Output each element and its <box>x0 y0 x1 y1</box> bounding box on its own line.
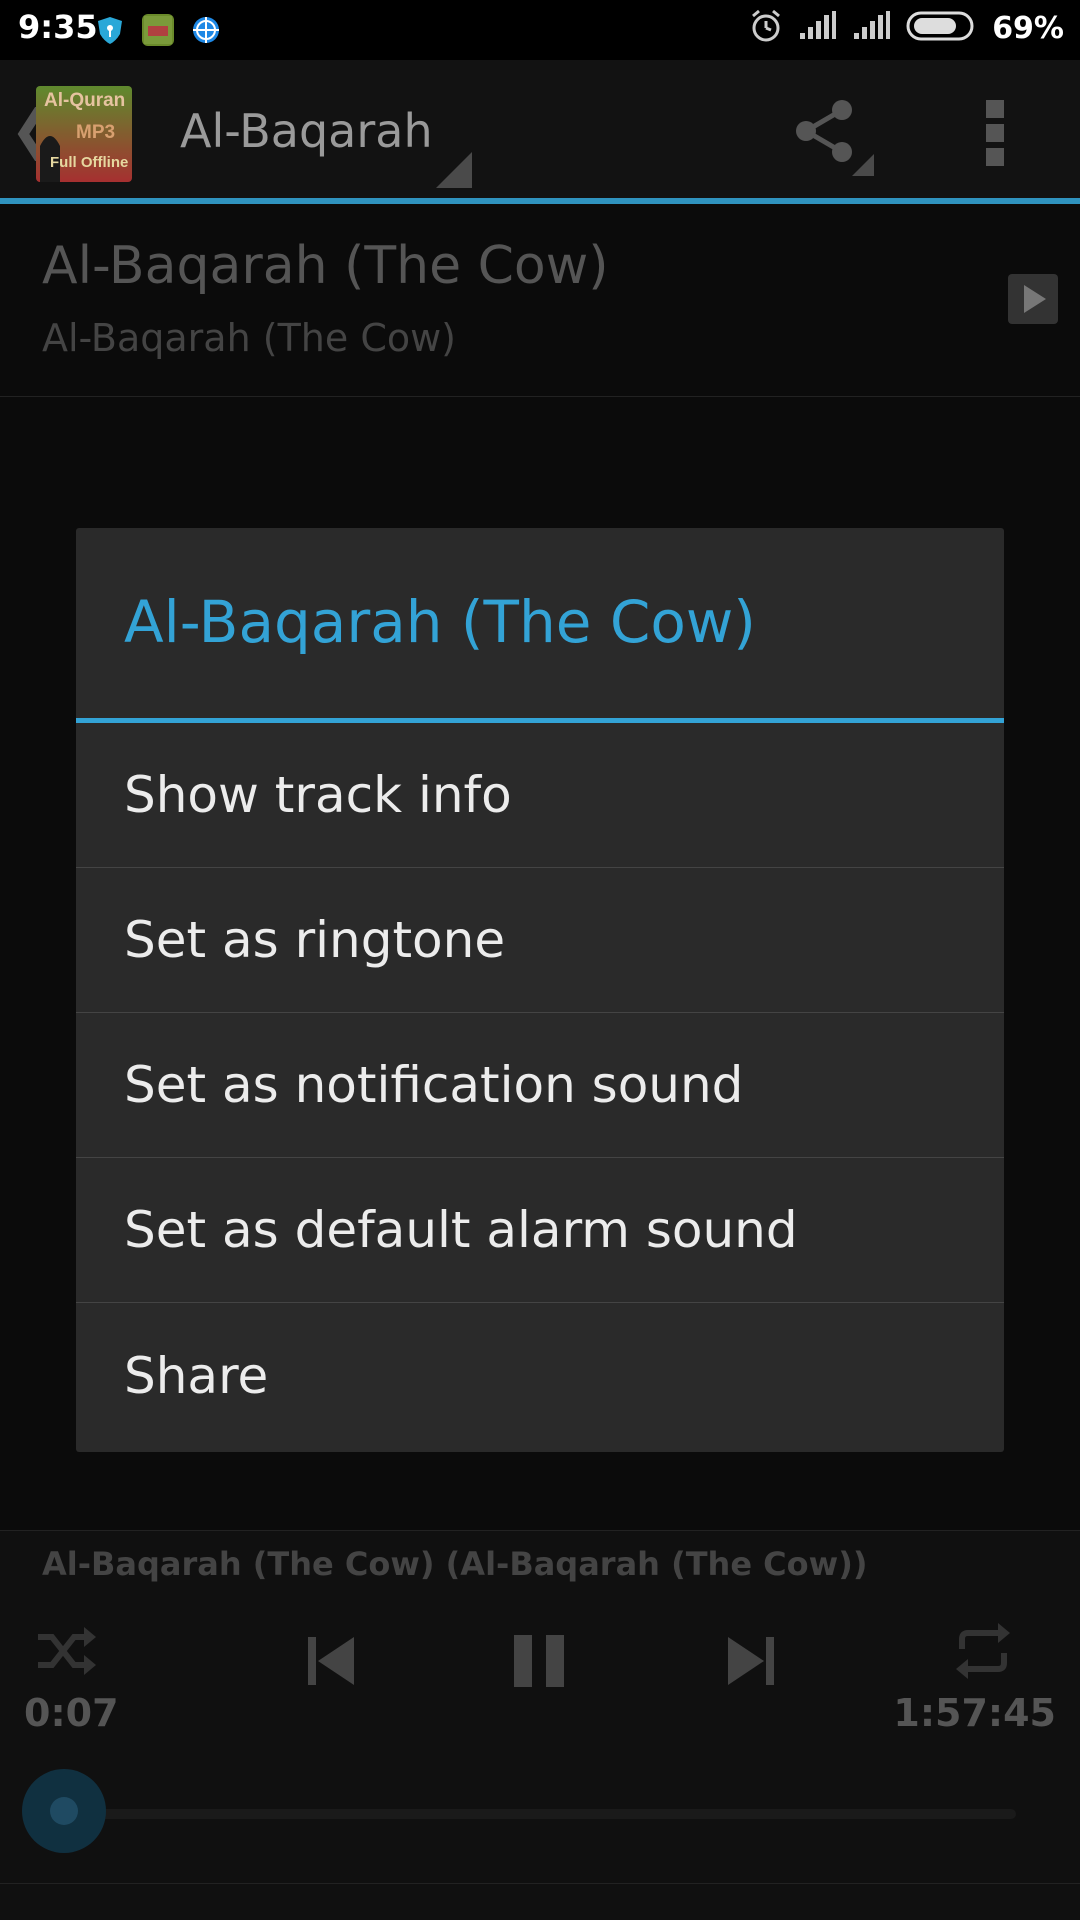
shield-icon <box>94 14 126 46</box>
logo-line: MP3 <box>76 122 116 143</box>
battery-percent: 69% <box>992 10 1064 46</box>
status-right: 69% <box>748 8 1064 48</box>
app-bar: ❮ Al-Quran MP3 Full Offline Al-Baqarah <box>0 60 1080 204</box>
bottom-divider <box>0 1883 1080 1884</box>
repeat-icon[interactable] <box>952 1623 1014 1683</box>
overflow-menu-icon[interactable] <box>986 100 1006 166</box>
player-bar: Al-Baqarah (The Cow) (Al-Baqarah (The Co… <box>0 1530 1080 1920</box>
dialog-title: Al-Baqarah (The Cow) <box>124 588 756 656</box>
battery-icon <box>906 10 978 46</box>
share-icon[interactable] <box>790 96 860 166</box>
play-icon[interactable] <box>1008 274 1058 324</box>
menu-item-show-track-info[interactable]: Show track info <box>76 723 1004 868</box>
seek-thumb[interactable] <box>22 1769 106 1853</box>
now-playing-title: Al-Baqarah (The Cow) (Al-Baqarah (The Co… <box>42 1545 868 1583</box>
signal-icon <box>798 11 838 45</box>
pause-icon[interactable] <box>512 1633 568 1693</box>
next-icon[interactable] <box>726 1633 776 1693</box>
status-bar: 9:35 69% <box>0 0 1080 60</box>
track-title: Al-Baqarah (The Cow) <box>42 236 609 296</box>
share-dropdown-indicator <box>852 154 874 176</box>
shuffle-icon[interactable] <box>34 1623 98 1683</box>
track-header[interactable]: Al-Baqarah (The Cow) Al-Baqarah (The Cow… <box>0 204 1080 397</box>
app-notification-icon <box>142 14 174 46</box>
app-title[interactable]: Al-Baqarah <box>180 104 433 158</box>
previous-icon[interactable] <box>306 1633 356 1693</box>
menu-item-set-as-ringtone[interactable]: Set as ringtone <box>76 868 1004 1013</box>
app-logo[interactable]: Al-Quran MP3 Full Offline <box>36 86 132 182</box>
context-menu-dialog: Al-Baqarah (The Cow) Show track info Set… <box>76 528 1004 1452</box>
globe-icon <box>190 14 222 46</box>
title-dropdown-indicator <box>436 152 472 188</box>
menu-item-set-as-notification-sound[interactable]: Set as notification sound <box>76 1013 1004 1158</box>
seek-bar[interactable] <box>66 1809 1016 1819</box>
elapsed-time: 0:07 <box>24 1691 119 1735</box>
logo-line: Full Offline <box>50 154 129 171</box>
signal-icon <box>852 11 892 45</box>
menu-item-share[interactable]: Share <box>76 1303 1004 1448</box>
screen: 9:35 69% ❮ Al-Quran MP3 Full Offline Al-… <box>0 0 1080 1920</box>
menu-item-set-as-default-alarm-sound[interactable]: Set as default alarm sound <box>76 1158 1004 1303</box>
alarm-icon <box>748 8 784 48</box>
track-subtitle: Al-Baqarah (The Cow) <box>42 316 457 360</box>
logo-line: Al-Quran <box>44 90 126 111</box>
total-time: 1:57:45 <box>893 1691 1056 1735</box>
dialog-list: Show track info Set as ringtone Set as n… <box>76 723 1004 1448</box>
status-time: 9:35 <box>18 8 98 46</box>
